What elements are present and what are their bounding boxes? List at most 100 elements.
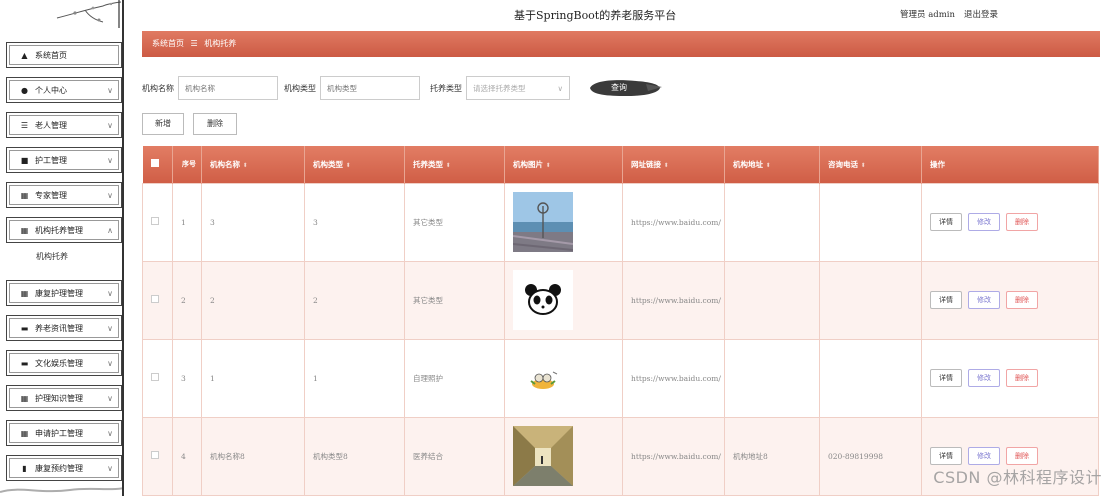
header-care-type[interactable]: 托养类型 ⬍ bbox=[404, 146, 505, 183]
sidebar-item-rehab-care[interactable]: ▦ 康复护理管理 ∨ bbox=[6, 280, 122, 306]
header-name[interactable]: 机构名称 ⬍ bbox=[201, 146, 305, 183]
sidebar-item-rehab-booking[interactable]: ▮ 康复预约管理 ∨ bbox=[6, 455, 122, 481]
breadcrumb-home[interactable]: 系统首页 bbox=[152, 39, 184, 48]
header-label: 机构类型 bbox=[313, 159, 343, 169]
header-label: 咨询电话 bbox=[828, 159, 858, 169]
header-label: 机构图片 bbox=[513, 159, 543, 169]
row-phone bbox=[819, 260, 922, 340]
row-address: 机构地址8 bbox=[724, 416, 820, 496]
corridor-photo[interactable] bbox=[513, 426, 573, 486]
header-label: 托养类型 bbox=[413, 159, 443, 169]
row-checkbox[interactable] bbox=[142, 338, 173, 418]
sidebar-item-news[interactable]: ▬ 养老资讯管理 ∨ bbox=[6, 315, 122, 341]
row-checkbox[interactable] bbox=[142, 182, 173, 262]
view-button[interactable]: 详情 bbox=[930, 369, 962, 387]
header-operations: 操作 bbox=[921, 146, 1099, 183]
delete-button[interactable]: 删除 bbox=[1006, 369, 1038, 387]
logout-link[interactable]: 退出登录 bbox=[964, 8, 998, 20]
row-address bbox=[724, 338, 820, 418]
sidebar-item-home[interactable]: ▲ 系统首页 bbox=[6, 42, 122, 68]
edit-button[interactable]: 修改 bbox=[968, 213, 1000, 231]
chevron-up-icon: ∧ bbox=[107, 226, 113, 235]
batch-delete-button[interactable]: 删除 bbox=[193, 113, 237, 135]
chevron-down-icon: ∨ bbox=[107, 359, 113, 368]
row-index: 1 bbox=[172, 182, 202, 262]
chevron-down-icon: ∨ bbox=[107, 191, 113, 200]
sidebar-menu: ▲ 系统首页 ● 个人中心 ∨ ☰ 老人管理 ∨ ■ 护工管理 ∨ ▦ 专家管理… bbox=[6, 42, 122, 490]
institution-name-input[interactable] bbox=[178, 76, 278, 100]
sidebar-item-label: 文化娱乐管理 bbox=[35, 358, 83, 368]
grid-icon: ▦ bbox=[20, 190, 29, 200]
care-type-select[interactable]: 请选择托养类型 ∨ bbox=[466, 76, 570, 100]
sidebar-item-label: 康复护理管理 bbox=[35, 288, 83, 298]
row-phone bbox=[819, 182, 922, 262]
row-image-cell bbox=[504, 338, 623, 418]
row-phone: 020-89819998 bbox=[819, 416, 922, 496]
header-url[interactable]: 网址链接 ⬍ bbox=[622, 146, 725, 183]
view-button[interactable]: 详情 bbox=[930, 447, 962, 465]
chevron-down-icon: ∨ bbox=[107, 464, 113, 473]
row-url: https://www.baidu.com/ bbox=[622, 416, 725, 496]
delete-button[interactable]: 删除 bbox=[1006, 291, 1038, 309]
header-label: 机构地址 bbox=[733, 159, 763, 169]
sidebar-subitem-institution-care[interactable]: 机构托养 bbox=[6, 246, 122, 268]
sidebar-item-culture[interactable]: ▬ 文化娱乐管理 ∨ bbox=[6, 350, 122, 376]
grid-icon: ▦ bbox=[20, 288, 29, 298]
search-bar: 机构名称 机构类型 托养类型 请选择托养类型 ∨ bbox=[142, 76, 570, 100]
select-all-checkbox[interactable] bbox=[142, 146, 173, 183]
row-url: https://www.baidu.com/ bbox=[622, 182, 725, 262]
sidebar-item-expert[interactable]: ▦ 专家管理 ∨ bbox=[6, 182, 122, 208]
sort-icon: ⬍ bbox=[242, 161, 248, 169]
delete-button[interactable]: 删除 bbox=[1006, 447, 1038, 465]
grid-icon: ▦ bbox=[20, 225, 29, 235]
user-label: 管理员 admin bbox=[900, 10, 955, 20]
institution-type-input[interactable] bbox=[320, 76, 420, 100]
panda-icon[interactable] bbox=[513, 270, 573, 330]
sort-icon: ⬍ bbox=[545, 161, 551, 169]
header-index: 序号 bbox=[172, 146, 202, 183]
header-address[interactable]: 机构地址 ⬍ bbox=[724, 146, 820, 183]
sidebar-item-knowledge[interactable]: ▦ 护理知识管理 ∨ bbox=[6, 385, 122, 411]
sidebar-item-label: 个人中心 bbox=[35, 85, 67, 95]
chevron-down-icon: ∨ bbox=[107, 429, 113, 438]
row-type: 1 bbox=[304, 338, 405, 418]
row-index: 2 bbox=[172, 260, 202, 340]
seaside-photo[interactable] bbox=[513, 192, 573, 252]
sidebar-item-caregiver[interactable]: ■ 护工管理 ∨ bbox=[6, 147, 122, 173]
table-row: 1 3 3 其它类型 https://www.baidu.com/ 详情 修改 bbox=[142, 182, 1099, 262]
row-checkbox[interactable] bbox=[142, 260, 173, 340]
ink-brush-decoration bbox=[0, 487, 122, 493]
row-care-type: 医养结合 bbox=[404, 416, 505, 496]
header-type[interactable]: 机构类型 ⬍ bbox=[304, 146, 405, 183]
table-header-row: 序号 机构名称 ⬍ 机构类型 ⬍ 托养类型 ⬍ 机构图片 ⬍ 网址链接 ⬍ 机构… bbox=[142, 146, 1099, 183]
edit-button[interactable]: 修改 bbox=[968, 369, 1000, 387]
sidebar-item-apply-caregiver[interactable]: ▦ 申请护工管理 ∨ bbox=[6, 420, 122, 446]
clipboard-icon: ■ bbox=[20, 155, 29, 165]
care-type-placeholder: 请选择托养类型 bbox=[473, 83, 526, 93]
view-button[interactable]: 详情 bbox=[930, 213, 962, 231]
delete-button[interactable]: 删除 bbox=[1006, 213, 1038, 231]
cartoon-icon[interactable] bbox=[513, 348, 573, 408]
row-operations: 详情 修改 删除 bbox=[921, 338, 1099, 418]
header-image[interactable]: 机构图片 ⬍ bbox=[504, 146, 623, 183]
add-button[interactable]: 新增 bbox=[142, 113, 184, 135]
header-phone[interactable]: 咨询电话 ⬍ bbox=[819, 146, 922, 183]
view-button[interactable]: 详情 bbox=[930, 291, 962, 309]
row-operations: 详情 修改 删除 bbox=[921, 182, 1099, 262]
sidebar-item-institution-care[interactable]: ▦ 机构托养管理 ∧ bbox=[6, 217, 122, 243]
chevron-down-icon: ∨ bbox=[557, 83, 564, 93]
query-button[interactable]: 查询 bbox=[586, 78, 662, 98]
sidebar-item-label: 老人管理 bbox=[35, 120, 67, 130]
row-image-cell bbox=[504, 416, 623, 496]
row-image-cell bbox=[504, 182, 623, 262]
edit-button[interactable]: 修改 bbox=[968, 291, 1000, 309]
row-checkbox[interactable] bbox=[142, 416, 173, 496]
name-label: 机构名称 bbox=[142, 83, 174, 93]
watermark: CSDN @林科程序设计 bbox=[933, 468, 1102, 487]
edit-button[interactable]: 修改 bbox=[968, 447, 1000, 465]
sidebar-item-elderly[interactable]: ☰ 老人管理 ∨ bbox=[6, 112, 122, 138]
row-image-cell bbox=[504, 260, 623, 340]
row-name: 机构名称8 bbox=[201, 416, 305, 496]
row-care-type: 其它类型 bbox=[404, 260, 505, 340]
sidebar-item-personal-center[interactable]: ● 个人中心 ∨ bbox=[6, 77, 122, 103]
